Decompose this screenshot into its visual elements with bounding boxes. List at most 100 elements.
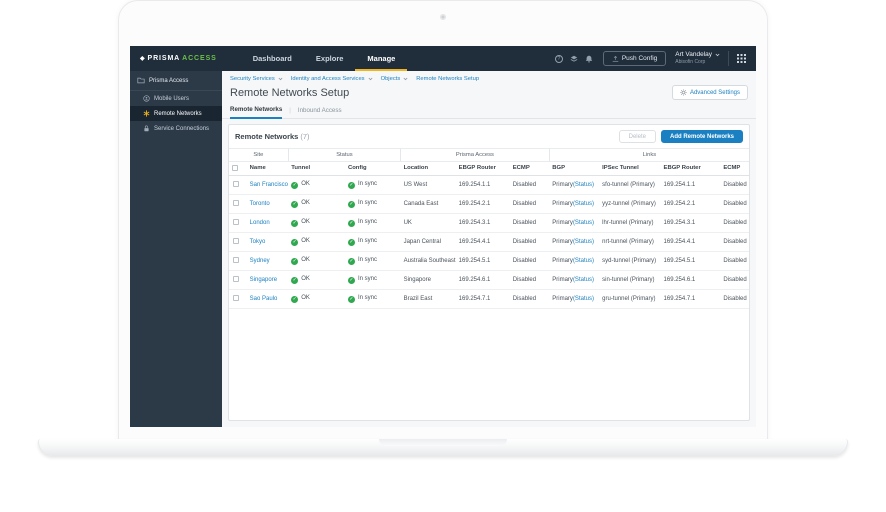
tasks-icon[interactable] xyxy=(570,55,578,63)
breadcrumb-remote-networks-setup[interactable]: Remote Networks Setup xyxy=(416,76,479,82)
chevron-down-icon[interactable] xyxy=(278,77,283,81)
user-menu[interactable]: Art Vandelay Abisofin Corp xyxy=(675,51,720,66)
column-header-ecmp[interactable]: ECMP xyxy=(510,162,550,176)
site-name-link[interactable]: San Francisco xyxy=(250,182,288,188)
breadcrumb-identity-access[interactable]: Identity and Access Services xyxy=(291,76,365,82)
links-ecmp-cell: Disabled xyxy=(720,289,749,308)
tunnel-status: OK xyxy=(301,295,310,301)
links-ebgp-router-cell: 169.254.6.1 xyxy=(661,270,721,289)
site-name-link[interactable]: Singapore xyxy=(250,277,277,283)
links-ecmp-cell: Disabled xyxy=(720,175,749,194)
row-checkbox[interactable] xyxy=(233,181,239,187)
column-header-ecmp[interactable]: ECMP xyxy=(720,162,749,176)
row-checkbox[interactable] xyxy=(233,276,239,282)
tunnel-status: OK xyxy=(301,181,310,187)
table-row: Toronto✓OK✓In syncCanada East169.254.2.1… xyxy=(229,194,749,213)
table-row: Tokyo✓OK✓In syncJapan Central169.254.4.1… xyxy=(229,232,749,251)
ecmp-cell: Disabled xyxy=(510,270,550,289)
site-name-link[interactable]: Sao Paulo xyxy=(250,296,278,302)
location-cell: Australia Southeast xyxy=(401,251,456,270)
delete-button[interactable]: Delete xyxy=(619,130,656,143)
tab-inbound-access[interactable]: Inbound Access xyxy=(298,104,342,118)
ebgp-router-cell: 169.254.5.1 xyxy=(456,251,510,270)
check-circle-icon: ✓ xyxy=(348,239,355,246)
page-header: Remote Networks Setup Advanced Settings xyxy=(222,84,756,103)
column-header-bgp[interactable]: BGP xyxy=(549,162,599,176)
bgp-status-link[interactable]: (Status) xyxy=(573,201,594,207)
laptop-bezel: ◆ PRISMA ACCESS Dashboard Explore Manage… xyxy=(118,0,768,441)
column-header-name[interactable]: Name xyxy=(247,162,289,176)
ebgp-router-cell: 169.254.6.1 xyxy=(456,270,510,289)
bgp-status-link[interactable]: (Status) xyxy=(573,220,594,226)
check-circle-icon: ✓ xyxy=(291,220,298,227)
user-name: Art Vandelay xyxy=(675,51,712,59)
site-name-link[interactable]: Tokyo xyxy=(250,239,266,245)
ecmp-cell: Disabled xyxy=(510,175,550,194)
folder-icon xyxy=(137,77,145,84)
row-checkbox[interactable] xyxy=(233,219,239,225)
row-checkbox[interactable] xyxy=(233,295,239,301)
site-name-link[interactable]: Toronto xyxy=(250,201,270,207)
links-ebgp-router-cell: 169.254.2.1 xyxy=(661,194,721,213)
nav-tab-explore[interactable]: Explore xyxy=(304,46,356,71)
links-ecmp-cell: Disabled xyxy=(720,270,749,289)
column-header-ipsec-tunnel[interactable]: IPSec Tunnel xyxy=(599,162,660,176)
config-status: In sync xyxy=(358,276,377,282)
links-ecmp-cell: Disabled xyxy=(720,194,749,213)
bgp-status-link[interactable]: (Status) xyxy=(573,182,594,188)
check-circle-icon: ✓ xyxy=(291,258,298,265)
push-config-button[interactable]: Push Config xyxy=(603,51,666,66)
column-header-tunnel[interactable]: Tunnel xyxy=(288,162,345,176)
card-title: Remote Networks(7) xyxy=(235,132,310,141)
logo-diamond-icon: ◆ xyxy=(140,55,146,62)
site-name-link[interactable]: London xyxy=(250,220,270,226)
ebgp-router-cell: 169.254.3.1 xyxy=(456,213,510,232)
links-ebgp-router-cell: 169.254.1.1 xyxy=(661,175,721,194)
breadcrumb-objects[interactable]: Objects xyxy=(381,76,401,82)
check-circle-icon: ✓ xyxy=(291,201,298,208)
table-row: Singapore✓OK✓In syncSingapore169.254.6.1… xyxy=(229,270,749,289)
add-remote-networks-button[interactable]: Add Remote Networks xyxy=(661,130,743,143)
group-header-links: Links xyxy=(549,149,749,162)
bgp-status-link[interactable]: (Status) xyxy=(573,277,594,283)
help-icon[interactable]: ? xyxy=(555,55,563,63)
bgp-status-link[interactable]: (Status) xyxy=(573,296,594,302)
row-checkbox[interactable] xyxy=(233,257,239,263)
site-name-link[interactable]: Sydney xyxy=(250,258,270,264)
select-all-checkbox[interactable] xyxy=(232,165,238,171)
tunnel-status: OK xyxy=(301,200,310,206)
sidebar-item-prisma-access[interactable]: Prisma Access xyxy=(130,71,222,91)
chevron-down-icon[interactable] xyxy=(403,77,408,81)
bgp-cell: Primary(Status) xyxy=(549,251,599,270)
column-header-ebgp-router[interactable]: EBGP Router xyxy=(456,162,510,176)
row-checkbox[interactable] xyxy=(233,238,239,244)
tunnel-status: OK xyxy=(301,238,310,244)
column-header-location[interactable]: Location xyxy=(401,162,456,176)
remote-networks-icon xyxy=(143,110,150,117)
tab-remote-networks[interactable]: Remote Networks xyxy=(230,103,282,119)
group-header-site: Site xyxy=(229,149,288,162)
column-header-ebgp-router[interactable]: EBGP Router xyxy=(661,162,721,176)
check-circle-icon: ✓ xyxy=(291,239,298,246)
ipsec-tunnel-cell: yyz-tunnel (Primary) xyxy=(599,194,660,213)
nav-tab-manage[interactable]: Manage xyxy=(355,46,407,71)
card-header: Remote Networks(7) Delete Add Remote Net… xyxy=(229,125,749,148)
breadcrumb-security-services[interactable]: Security Services xyxy=(230,76,275,82)
sidebar-item-service-connections[interactable]: Service Connections xyxy=(130,121,222,136)
column-header-config[interactable]: Config xyxy=(345,162,401,176)
bell-icon[interactable] xyxy=(585,55,593,63)
group-header-status: Status xyxy=(288,149,400,162)
bgp-status-link[interactable]: (Status) xyxy=(573,239,594,245)
config-status: In sync xyxy=(358,257,377,263)
nav-tab-dashboard[interactable]: Dashboard xyxy=(241,46,304,71)
advanced-settings-button[interactable]: Advanced Settings xyxy=(672,85,748,100)
sidebar-item-mobile-users[interactable]: Mobile Users xyxy=(130,91,222,106)
sidebar-item-remote-networks[interactable]: Remote Networks xyxy=(130,106,222,121)
group-header-prisma-access: Prisma Access xyxy=(401,149,550,162)
brand-primary: PRISMA xyxy=(148,55,181,62)
app-launcher-grid-icon[interactable] xyxy=(737,54,746,63)
row-checkbox[interactable] xyxy=(233,200,239,206)
chevron-down-icon[interactable] xyxy=(368,77,373,81)
ipsec-tunnel-cell: gru-tunnel (Primary) xyxy=(599,289,660,308)
bgp-status-link[interactable]: (Status) xyxy=(573,258,594,264)
